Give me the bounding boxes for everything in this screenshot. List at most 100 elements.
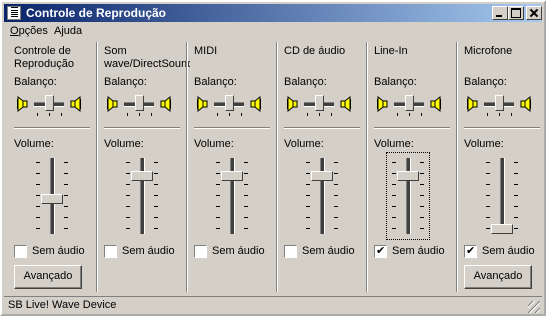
volume-tick (420, 206, 424, 207)
mixer-window: Controle de Reprodução Opções Ajuda Cont… (0, 0, 546, 316)
volume-tick (36, 228, 40, 229)
volume-tick (392, 217, 396, 218)
volume-tick (126, 228, 130, 229)
advanced-button[interactable]: Avançado (14, 265, 82, 289)
balance-control (14, 95, 84, 117)
balance-slider[interactable] (34, 95, 64, 117)
volume-thumb[interactable] (221, 171, 243, 181)
balance-slider[interactable] (214, 95, 244, 117)
balance-tick (229, 113, 230, 116)
mute-checkbox-row[interactable]: Sem áudio (194, 245, 274, 259)
balance-tick (61, 113, 62, 116)
volume-tick (486, 162, 490, 163)
volume-tick (306, 173, 310, 174)
balance-tick (151, 113, 152, 116)
resize-grip[interactable] (528, 301, 540, 313)
balance-label: Balanço: (284, 76, 327, 88)
balance-thumb[interactable] (45, 95, 54, 111)
mute-checkbox[interactable] (284, 245, 297, 258)
mute-checkbox[interactable] (374, 244, 387, 258)
divider (104, 127, 180, 129)
volume-slider[interactable] (302, 154, 342, 238)
menu-opcoes-rest: pções (18, 25, 48, 37)
volume-tick (514, 206, 518, 207)
volume-tick (154, 206, 158, 207)
speaker-left-icon (464, 95, 480, 113)
balance-control (194, 95, 264, 117)
volume-slider[interactable] (212, 154, 252, 238)
title-bar[interactable]: Controle de Reprodução (4, 4, 542, 22)
volume-tick (126, 162, 130, 163)
volume-tick (154, 195, 158, 196)
volume-tick (514, 228, 518, 229)
menu-opcoes[interactable]: Opções (10, 25, 48, 37)
mute-checkbox-row[interactable]: Sem áudio (104, 245, 184, 259)
volume-tick (36, 173, 40, 174)
mute-checkbox-row[interactable]: Sem áudio (284, 245, 364, 259)
mute-checkbox[interactable] (464, 244, 477, 258)
volume-tick (126, 184, 130, 185)
volume-thumb[interactable] (41, 194, 63, 204)
mute-checkbox-row[interactable]: Sem áudio (464, 244, 544, 259)
speaker-right-icon (428, 95, 444, 113)
balance-slider[interactable] (124, 95, 154, 117)
volume-tick (154, 162, 158, 163)
maximize-button[interactable] (508, 6, 524, 20)
volume-tick (334, 217, 338, 218)
volume-slider[interactable] (386, 152, 430, 240)
volume-thumb[interactable] (397, 171, 419, 181)
volume-tick (486, 195, 490, 196)
volume-tick (486, 228, 490, 229)
close-button[interactable] (526, 6, 542, 20)
advanced-button[interactable]: Avançado (464, 265, 532, 289)
volume-tick (244, 195, 248, 196)
balance-thumb[interactable] (495, 95, 504, 111)
volume-tick (334, 206, 338, 207)
balance-label: Balanço: (104, 76, 147, 88)
volume-label: Volume: (104, 138, 144, 150)
balance-thumb[interactable] (225, 95, 234, 111)
balance-tick (319, 113, 320, 116)
balance-slider[interactable] (394, 95, 424, 117)
balance-thumb[interactable] (405, 95, 414, 111)
menu-ajuda[interactable]: Ajuda (54, 25, 82, 37)
status-bar: SB Live! Wave Device (4, 296, 542, 314)
volume-tick (154, 173, 158, 174)
divider (14, 127, 90, 129)
volume-track (500, 158, 505, 234)
volume-tick (36, 195, 40, 196)
volume-thumb[interactable] (311, 171, 333, 181)
channel-name: CD de áudio (284, 45, 346, 57)
mute-checkbox-row[interactable]: Sem áudio (14, 245, 94, 259)
mute-checkbox-row[interactable]: Sem áudio (374, 244, 454, 259)
mute-checkbox[interactable] (194, 245, 207, 258)
volume-thumb[interactable] (491, 224, 513, 234)
balance-thumb[interactable] (135, 95, 144, 111)
speaker-right-icon (158, 95, 174, 113)
volume-tick (306, 184, 310, 185)
minimize-button[interactable] (492, 6, 508, 20)
volume-slider[interactable] (122, 154, 162, 238)
volume-tick (64, 206, 68, 207)
volume-tick (486, 217, 490, 218)
volume-tick (486, 206, 490, 207)
volume-slider[interactable] (32, 154, 72, 238)
volume-tick (514, 173, 518, 174)
volume-track (230, 158, 235, 234)
balance-slider[interactable] (304, 95, 334, 117)
mixer-app-icon[interactable] (7, 6, 21, 20)
speaker-left-icon (14, 95, 30, 113)
volume-thumb[interactable] (131, 171, 153, 181)
volume-slider[interactable] (482, 154, 522, 238)
balance-tick (127, 113, 128, 116)
mute-checkbox[interactable] (104, 245, 117, 258)
balance-tick (397, 113, 398, 116)
mute-label: Sem áudio (32, 245, 85, 257)
volume-tick (126, 217, 130, 218)
balance-thumb[interactable] (315, 95, 324, 111)
speaker-right-icon (338, 95, 354, 113)
balance-slider[interactable] (484, 95, 514, 117)
volume-tick (36, 162, 40, 163)
mute-checkbox[interactable] (14, 245, 27, 258)
volume-tick (514, 184, 518, 185)
